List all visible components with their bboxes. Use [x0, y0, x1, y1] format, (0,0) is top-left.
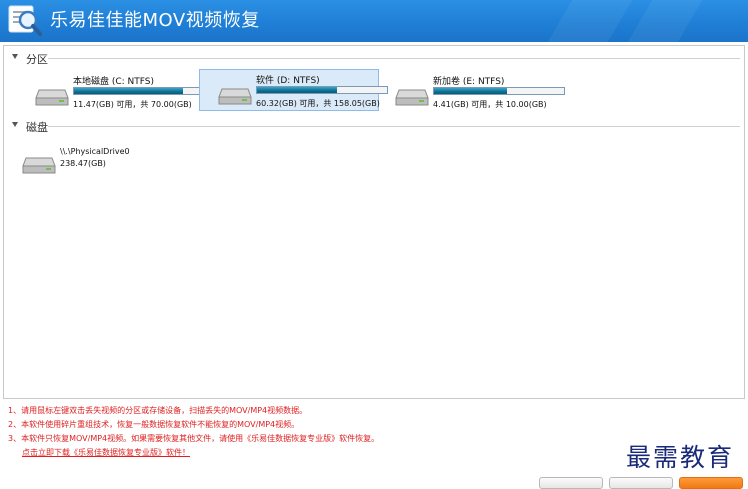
group-divider [48, 126, 740, 127]
partition-size: 4.41(GB) 可用，共 10.00(GB) [433, 100, 547, 109]
disk-item-physicaldrive0[interactable]: \\.\PhysicalDrive0 238.47(GB) [4, 144, 184, 178]
hard-drive-icon [395, 89, 429, 106]
title-bar-decoration [627, 0, 703, 42]
usage-bar [73, 87, 205, 95]
collapse-triangle-icon[interactable] [12, 122, 18, 127]
disk-group-label: 磁盘 [26, 121, 48, 134]
hard-drive-icon [218, 88, 252, 105]
bottom-button-1[interactable] [539, 477, 603, 489]
bottom-button-primary[interactable] [679, 477, 743, 489]
usage-bar-fill [434, 88, 507, 94]
partition-group-label: 分区 [26, 53, 48, 66]
watermark-text: 最需教育 [626, 443, 735, 472]
group-divider [48, 58, 740, 59]
help-notes: 1、请用鼠标左键双击丢失视频的分区或存储设备，扫描丢失的MOV/MP4视频数据。… [8, 404, 379, 460]
hard-drive-icon [35, 89, 69, 106]
disk-group-header[interactable]: 磁盘 [4, 119, 740, 134]
partition-item-e[interactable]: 新加卷 (E: NTFS) 4.41(GB) 可用，共 10.00(GB) [376, 70, 565, 112]
partition-item-d[interactable]: 软件 (D: NTFS) 60.32(GB) 可用，共 158.05(GB) [199, 69, 388, 111]
drive-list-panel: 分区 本地磁盘 (C: NTFS) 11.47(GB) 可用，共 70.00(G… [3, 45, 745, 399]
note-line-3: 3、本软件只恢复MOV/MP4视频。如果需要恢复其他文件，请使用《乐易佳数据恢复… [8, 434, 380, 443]
usage-bar [433, 87, 565, 95]
note-line-2: 2、本软件使用碎片重组技术，恢复一般数据恢复软件不能恢复的MOV/MP4视频。 [8, 420, 300, 429]
partition-name: 软件 (D: NTFS) [256, 76, 320, 86]
disk-name: \\.\PhysicalDrive0 [60, 147, 130, 156]
hard-drive-icon [22, 157, 56, 174]
disk-size: 238.47(GB) [60, 159, 106, 168]
partition-name: 本地磁盘 (C: NTFS) [73, 77, 155, 87]
usage-bar-fill [74, 88, 183, 94]
title-bar: 乐易佳佳能MOV视频恢复 [0, 0, 748, 42]
partition-item-c[interactable]: 本地磁盘 (C: NTFS) 11.47(GB) 可用，共 70.00(GB) [16, 70, 205, 112]
partition-size: 11.47(GB) 可用，共 70.00(GB) [73, 100, 192, 109]
usage-bar-fill [257, 87, 338, 93]
note-line-1: 1、请用鼠标左键双击丢失视频的分区或存储设备，扫描丢失的MOV/MP4视频数据。 [8, 406, 308, 415]
partition-group-header[interactable]: 分区 [4, 51, 740, 66]
app-logo-icon [8, 5, 42, 36]
bottom-button-2[interactable] [609, 477, 673, 489]
partition-size: 60.32(GB) 可用，共 158.05(GB) [256, 99, 380, 108]
usage-bar [256, 86, 388, 94]
window-title: 乐易佳佳能MOV视频恢复 [50, 10, 260, 31]
title-bar-decoration [547, 0, 633, 42]
download-pro-link[interactable]: 点击立即下载《乐易佳数据恢复专业版》软件！ [22, 448, 190, 457]
collapse-triangle-icon[interactable] [12, 54, 18, 59]
partition-name: 新加卷 (E: NTFS) [433, 77, 505, 87]
